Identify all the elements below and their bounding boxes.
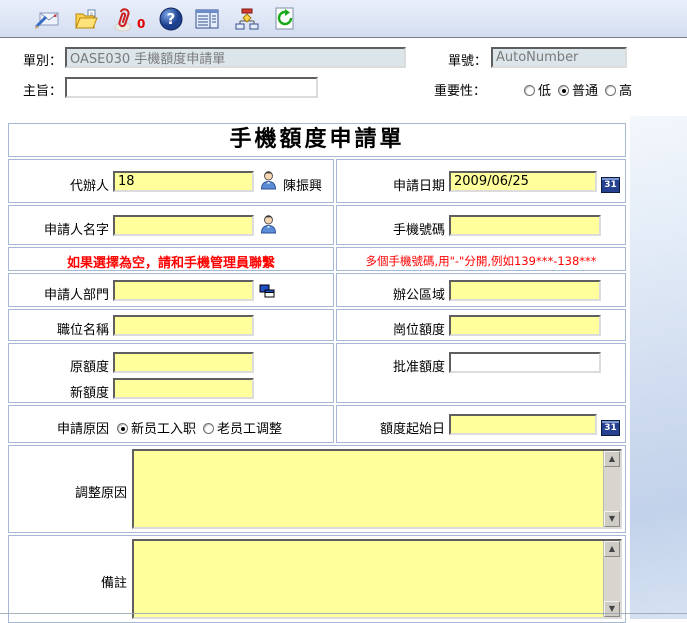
hint-right-cell: 多個手機號碼,用"-"分開,例如139***-138*** [336, 247, 626, 271]
open-folder-icon[interactable] [72, 5, 100, 33]
doc-type-label: 單別： [4, 50, 62, 69]
adjust-reason-label: 調整原因 [9, 482, 127, 501]
window-bottom-edge [0, 613, 687, 614]
form-title-row: 手機額度申請單 [8, 123, 626, 157]
adjust-reason-cell: 調整原因 ▲ ▼ [8, 445, 626, 533]
quota-start-label: 額度起始日 [337, 418, 445, 437]
office-area-cell: 辦公區域 [336, 273, 626, 307]
svg-text:?: ? [167, 10, 176, 28]
mobile-no-label: 手機號碼 [337, 219, 445, 238]
priority-radio-normal[interactable] [558, 85, 569, 96]
reason-cell: 申請原因 新员工入职 老员工调整 [8, 405, 334, 443]
position-name-cell: 職位名稱 [8, 309, 334, 341]
remark-label: 備註 [9, 572, 127, 591]
reason-radio-old-employee[interactable] [203, 423, 214, 434]
apply-date-input[interactable] [449, 171, 597, 192]
scroll-up-icon[interactable]: ▲ [604, 451, 620, 467]
priority-radio-low[interactable] [524, 85, 535, 96]
subject-input[interactable] [65, 77, 318, 98]
doc-no-field [491, 47, 627, 68]
old-quota-input[interactable] [113, 352, 254, 373]
agent-input[interactable] [113, 171, 254, 192]
form-title: 手機額度申請單 [9, 124, 625, 156]
applicant-name-cell: 申請人名字 [8, 205, 334, 245]
reason-label: 申請原因 [9, 418, 109, 437]
position-quota-cell: 崗位額度 [336, 309, 626, 341]
remark-cell: 備註 ▲ ▼ [8, 535, 626, 623]
person-picker-icon[interactable] [260, 214, 278, 232]
approved-quota-label: 批准額度 [337, 356, 445, 375]
help-icon[interactable]: ? [157, 5, 185, 33]
flow-chart-icon[interactable] [233, 5, 261, 33]
attachment-icon[interactable] [109, 5, 137, 33]
reason-option-label: 老员工调整 [217, 422, 282, 437]
hint-right-text: 多個手機號碼,用"-"分開,例如139***-138*** [337, 253, 625, 269]
attachment-count: 0 [137, 17, 145, 31]
position-name-label: 職位名稱 [9, 319, 109, 338]
office-area-input[interactable] [449, 280, 601, 301]
position-name-input[interactable] [113, 315, 254, 336]
reason-option-label: 新员工入职 [131, 422, 196, 437]
quota-start-input[interactable] [449, 414, 597, 435]
apply-date-cell: 申請日期 31 [336, 159, 626, 203]
calendar-icon[interactable]: 31 [601, 420, 620, 436]
mobile-no-cell: 手機號碼 [336, 205, 626, 245]
remark-textarea[interactable]: ▲ ▼ [132, 539, 622, 619]
calendar-icon[interactable]: 31 [601, 177, 620, 193]
quota-cell: 原額度 新額度 [8, 343, 334, 403]
priority-radio-high[interactable] [605, 85, 616, 96]
hint-left-cell: 如果選擇為空，請和手機管理員聯繫 [8, 247, 334, 271]
priority-option-label: 高 [619, 84, 632, 99]
doc-no-label: 單號： [430, 50, 487, 69]
reason-radio-new-employee[interactable] [117, 423, 128, 434]
scroll-up-icon[interactable]: ▲ [604, 541, 620, 557]
doc-type-field [65, 47, 406, 68]
scroll-down-icon[interactable]: ▼ [604, 511, 620, 527]
send-mail-icon[interactable] [33, 5, 61, 33]
page-background-gradient [630, 116, 687, 619]
priority-option-label: 普通 [572, 84, 598, 99]
mobile-no-input[interactable] [449, 215, 601, 236]
scroll-down-icon[interactable]: ▼ [604, 601, 620, 617]
quota-start-cell: 額度起始日 31 [336, 405, 626, 443]
position-quota-label: 崗位額度 [337, 319, 445, 338]
agent-label: 代辦人 [9, 175, 109, 194]
priority-radio-group: 低 普通 高 [524, 80, 639, 99]
scrollbar[interactable]: ▲ ▼ [603, 451, 620, 527]
approved-quota-cell: 批准額度 [336, 343, 626, 403]
agent-cell: 代辦人 陳振興 [8, 159, 334, 203]
refresh-icon[interactable] [271, 5, 299, 33]
old-quota-label: 原額度 [9, 356, 109, 375]
position-quota-input[interactable] [449, 315, 601, 336]
applicant-name-label: 申請人名字 [9, 219, 109, 238]
reason-radio-group: 新员工入职 老员工调整 [117, 418, 289, 437]
new-quota-input[interactable] [113, 378, 254, 399]
dept-label: 申請人部門 [9, 284, 109, 303]
dept-picker-icon[interactable] [259, 284, 277, 302]
priority-label: 重要性： [416, 80, 486, 99]
new-quota-label: 新額度 [9, 382, 109, 401]
apply-date-label: 申請日期 [337, 175, 445, 194]
hint-left-text: 如果選擇為空，請和手機管理員聯繫 [9, 252, 333, 271]
priority-option-label: 低 [538, 84, 551, 99]
dept-input[interactable] [113, 280, 254, 301]
adjust-reason-textarea[interactable]: ▲ ▼ [132, 449, 622, 529]
applicant-name-input[interactable] [113, 215, 254, 236]
scrollbar[interactable]: ▲ ▼ [603, 541, 620, 617]
subject-label: 主旨： [4, 80, 62, 99]
dept-cell: 申請人部門 [8, 273, 334, 307]
person-picker-icon[interactable] [260, 170, 278, 188]
list-view-icon[interactable] [193, 5, 221, 33]
office-area-label: 辦公區域 [337, 284, 445, 303]
agent-person-name: 陳振興 [283, 175, 322, 194]
approved-quota-input[interactable] [449, 352, 601, 373]
toolbar: 0 ? [0, 0, 687, 38]
